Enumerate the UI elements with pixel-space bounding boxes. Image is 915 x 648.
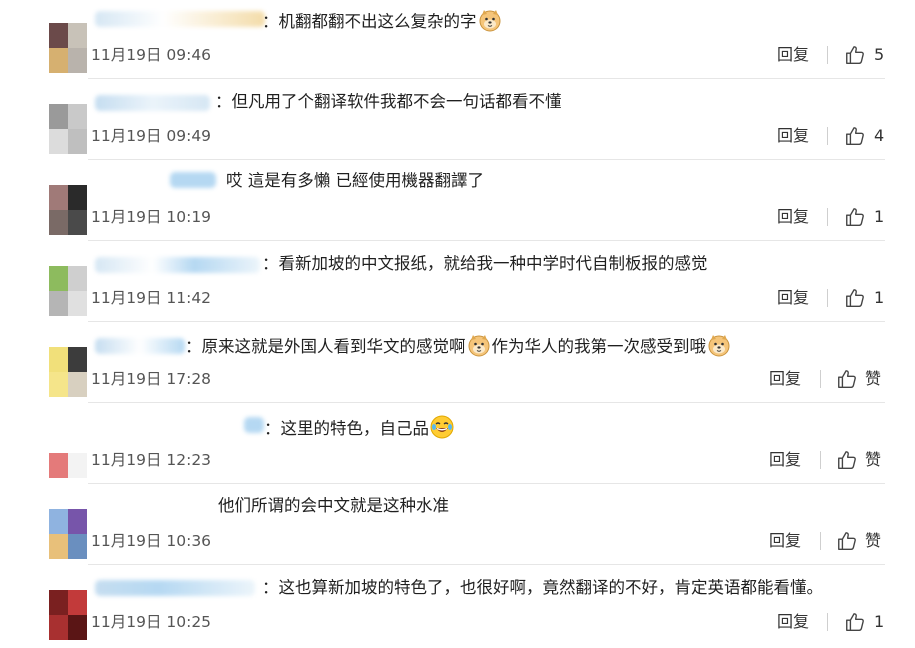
divider xyxy=(88,483,885,484)
reply-button[interactable]: 回复 xyxy=(769,531,801,551)
reply-button[interactable]: 回复 xyxy=(777,612,809,632)
username-blurred[interactable] xyxy=(95,95,210,111)
divider xyxy=(88,402,885,403)
separator xyxy=(827,127,828,145)
like-count: 赞 xyxy=(865,369,882,388)
username-blurred[interactable] xyxy=(95,338,185,354)
comment-time: 11月19日 17:28 xyxy=(91,370,212,388)
avatar[interactable] xyxy=(49,23,87,73)
comment-item: ：这里的特色，自己品 11月19日 12:23 回复 赞 xyxy=(0,405,915,486)
comment-text: ：这也算新加坡的特色了，也很好啊，竟然翻译的不好，肯定英语都能看懂。 xyxy=(262,578,823,597)
thumbs-up-icon[interactable] xyxy=(844,611,866,633)
thumbs-up-icon[interactable] xyxy=(836,449,858,471)
username-blurred[interactable] xyxy=(170,172,216,188)
separator xyxy=(827,613,828,631)
like-count: 赞 xyxy=(865,450,882,469)
divider xyxy=(88,240,885,241)
reply-button[interactable]: 回复 xyxy=(769,369,801,389)
comment-text: ：机翻都翻不出这么复杂的字 xyxy=(262,8,503,33)
thumbs-up-icon[interactable] xyxy=(844,287,866,309)
comment-time: 11月19日 12:23 xyxy=(91,451,212,469)
like-count: 1 xyxy=(874,612,885,631)
comment-item: ：这也算新加坡的特色了，也很好啊，竟然翻译的不好，肯定英语都能看懂。 11月19… xyxy=(0,567,915,648)
comment-item: ：看新加坡的中文报纸，就给我一种中学时代自制板报的感觉 11月19日 11:42… xyxy=(0,243,915,324)
comment-item: 哎 這是有多懶 已經使用機器翻譯了 11月19日 10:19 回复 1 xyxy=(0,162,915,243)
separator xyxy=(827,46,828,64)
comment-time: 11月19日 09:46 xyxy=(91,46,212,64)
comment-text-content: ：机翻都翻不出这么复杂的字 xyxy=(262,12,477,31)
thumbs-up-icon[interactable] xyxy=(836,530,858,552)
username-blurred[interactable] xyxy=(244,417,264,433)
like-count: 4 xyxy=(874,126,885,145)
thumbs-up-icon[interactable] xyxy=(844,44,866,66)
avatar[interactable] xyxy=(49,266,87,316)
reply-button[interactable]: 回复 xyxy=(777,288,809,308)
comment-item: ：原来这就是外国人看到华文的感觉啊 作为华人的我第一次感受到哦 11月19日 17… xyxy=(0,324,915,405)
comment-text-content: ：原来这就是外国人看到华文的感觉啊 xyxy=(185,337,466,356)
username-blurred[interactable] xyxy=(95,580,255,596)
divider xyxy=(88,321,885,322)
thumbs-up-icon[interactable] xyxy=(844,125,866,147)
like-count: 赞 xyxy=(865,531,882,550)
comment-text-content: ：这里的特色，自己品 xyxy=(264,419,429,438)
avatar[interactable] xyxy=(49,347,87,397)
thumbs-up-icon[interactable] xyxy=(844,206,866,228)
comment-text: ：但凡用了个翻译软件我都不会一句话都看不懂 xyxy=(215,92,562,111)
comment-time: 11月19日 10:19 xyxy=(91,208,212,226)
divider xyxy=(88,564,885,565)
reply-button[interactable]: 回复 xyxy=(777,207,809,227)
separator xyxy=(820,451,821,469)
comment-text-content: 作为华人的我第一次感受到哦 xyxy=(491,337,707,356)
like-count: 1 xyxy=(874,288,885,307)
comment-time: 11月19日 10:25 xyxy=(91,613,212,631)
comment-text: ：看新加坡的中文报纸，就给我一种中学时代自制板报的感觉 xyxy=(262,254,708,273)
divider xyxy=(88,159,885,160)
avatar[interactable] xyxy=(49,590,87,640)
comment-time: 11月19日 09:49 xyxy=(91,127,212,145)
comment-text: 他们所谓的会中文就是这种水准 xyxy=(218,496,449,515)
like-count: 5 xyxy=(874,45,885,64)
comment-item: ：但凡用了个翻译软件我都不会一句话都看不懂 11月19日 09:49 回复 4 xyxy=(0,81,915,162)
comment-time: 11月19日 11:42 xyxy=(91,289,212,307)
comment-text: 哎 這是有多懶 已經使用機器翻譯了 xyxy=(226,171,484,190)
thumbs-up-icon[interactable] xyxy=(836,368,858,390)
like-count: 1 xyxy=(874,207,885,226)
username-blurred[interactable] xyxy=(95,257,260,273)
comment-item: ：机翻都翻不出这么复杂的字 11月19日 09:46 回复 5 xyxy=(0,0,915,81)
separator xyxy=(820,370,821,388)
username-blurred[interactable] xyxy=(95,11,265,27)
avatar[interactable] xyxy=(49,509,87,559)
separator xyxy=(820,532,821,550)
avatar[interactable] xyxy=(49,185,87,235)
comment-text: ：原来这就是外国人看到华文的感觉啊 作为华人的我第一次感受到哦 xyxy=(185,333,732,358)
divider xyxy=(88,78,885,79)
reply-button[interactable]: 回复 xyxy=(769,450,801,470)
separator xyxy=(827,208,828,226)
avatar[interactable] xyxy=(49,428,87,478)
separator xyxy=(827,289,828,307)
reply-button[interactable]: 回复 xyxy=(777,45,809,65)
doge-emoji-icon xyxy=(707,333,731,357)
doge-emoji-icon xyxy=(467,333,491,357)
comment-text: ：这里的特色，自己品 xyxy=(264,415,455,440)
avatar[interactable] xyxy=(49,104,87,154)
reply-button[interactable]: 回复 xyxy=(777,126,809,146)
laugh-cry-emoji-icon xyxy=(430,415,454,439)
doge-emoji-icon xyxy=(478,8,502,32)
comment-item: 他们所谓的会中文就是这种水准 11月19日 10:36 回复 赞 xyxy=(0,486,915,567)
comment-time: 11月19日 10:36 xyxy=(91,532,212,550)
